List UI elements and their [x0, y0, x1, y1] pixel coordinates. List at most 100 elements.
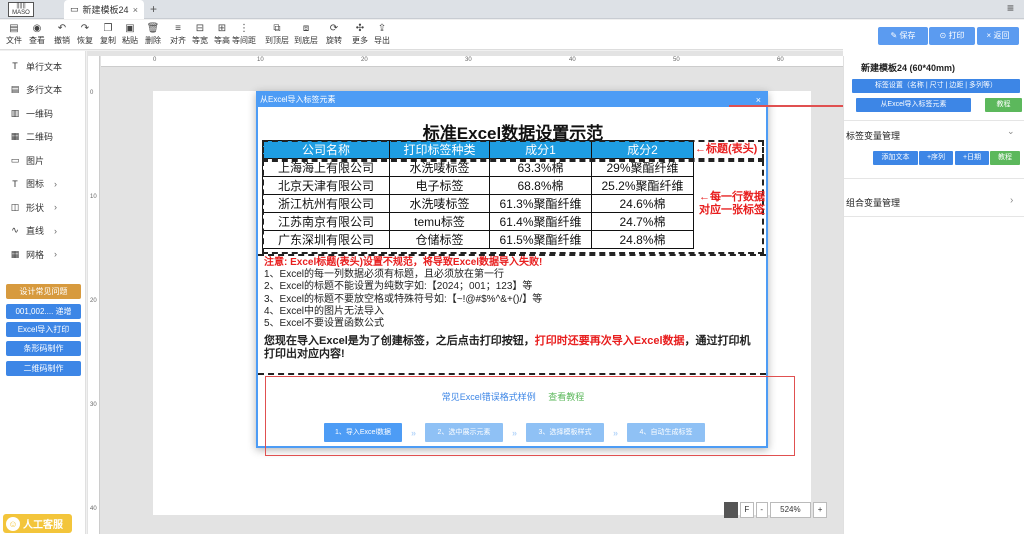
toolbar-label: 查看 [29, 36, 45, 45]
sidebar-item-qrcode[interactable]: ▦ 二维码 [10, 130, 80, 144]
sidebar-item-label: 二维码 [26, 132, 54, 142]
rule-item: 2、Excel的标题不能设置为纯数字如:【2024；001；123】等 [264, 281, 533, 293]
back-button[interactable]: × 返回 [977, 27, 1019, 45]
sidebar-button[interactable]: 二维码制作 [6, 361, 81, 376]
ruler-label: 20 [361, 57, 368, 63]
toolbar-label: 复制 [100, 36, 116, 45]
add-sequence-button[interactable]: +序列 [919, 151, 953, 165]
send-back-icon: ⧈ [302, 23, 310, 34]
zoom-level: 524% [769, 502, 812, 518]
sidebar-item-line[interactable]: ∿ 直线 › [10, 224, 80, 238]
template-title: 新建模板24 (60*40mm) [861, 63, 956, 73]
paste-icon: ▣ [125, 23, 135, 34]
action-bar: ✎ 保存 ⊙ 打印 × 返回 [843, 20, 1024, 56]
dialog-title: 从Excel导入标签元素 [258, 93, 766, 107]
chevron-right-icon: › [54, 225, 58, 236]
annotation-rows: ←每一行数据 对应一张标签 [699, 191, 765, 216]
ruler-label: 20 [90, 298, 97, 304]
add-text-button[interactable]: 添加文本 [873, 151, 918, 165]
import-notes: 注意: Excel标题(表头)设置不规范，将导致Excel数据导入失败! 1、E… [258, 254, 766, 375]
annotation-header: ←标题(表头) [695, 143, 758, 155]
element-sidebar: T 单行文本 ▤ 多行文本 ▥ 一维码 ▦ 二维码 ▭ 图片 T 图标 › ◫ 形状 › ∿ 直线 › ▦ 网格 › 设计常… [0, 51, 86, 534]
tab-template[interactable]: ▭ 新建模板24 × [64, 0, 144, 19]
toolbar-copy-button[interactable]: ❐ 复制 [96, 23, 120, 49]
toolbar-equal-spacing-button[interactable]: ⋮ 等间距 [232, 23, 256, 49]
toolbar-label: 删除 [145, 36, 161, 45]
label-variables-title: 标签变量管理 [846, 131, 901, 141]
label-settings-button[interactable]: 标签设置（名称 | 尺寸 | 边距 | 多列等） [852, 79, 1020, 93]
add-date-button[interactable]: +日期 [955, 151, 989, 165]
sidebar-item-image[interactable]: ▭ 图片 [10, 153, 80, 167]
equal-width-icon: ⊟ [195, 23, 205, 34]
redo-icon: ↷ [80, 23, 90, 34]
toolbar-trash-button[interactable]: 🗑 删除 [141, 23, 165, 49]
excel-import-button[interactable]: 从Excel导入标签元素 [856, 98, 971, 112]
toolbar-send-back-button[interactable]: ⧈ 到底层 [294, 23, 318, 49]
tab-close-icon[interactable]: × [133, 5, 138, 15]
menu-icon[interactable]: ≡ [1007, 1, 1014, 15]
line-icon: ∿ [11, 225, 19, 235]
app-logo: |||||| MASO [8, 2, 34, 17]
shape-icon: ◫ [10, 201, 20, 212]
toolbar-label: 到顶层 [265, 36, 289, 45]
tutorial-button[interactable]: 教程 [985, 98, 1022, 112]
ruler-label: 10 [90, 194, 97, 200]
toolbar-rotate-button[interactable]: ⟳ 旋转 [322, 23, 346, 49]
toolbar-paste-button[interactable]: ▣ 粘贴 [118, 23, 142, 49]
toolbar-more-button[interactable]: ✣ 更多 [348, 23, 372, 49]
grid-icon: ▦ [10, 248, 20, 259]
variable-tutorial-button[interactable]: 教程 [990, 151, 1020, 165]
toolbar-label: 等间距 [232, 36, 256, 45]
undo-icon: ↶ [57, 23, 67, 34]
sidebar-item-label: 形状 [26, 202, 45, 213]
chevron-down-icon[interactable]: ⌄ [1007, 126, 1015, 137]
toolbar-equal-height-button[interactable]: ⊞ 等高 [210, 23, 234, 49]
toolbar-align-button[interactable]: ≡ 对齐 [166, 23, 190, 49]
color-swatch[interactable] [724, 502, 738, 518]
zoom-out-button[interactable]: - [755, 502, 768, 518]
sidebar-button[interactable]: Excel导入打印 [6, 322, 81, 337]
toolbar-file-button[interactable]: ▤ 文件 [2, 23, 26, 49]
rule-item: 5、Excel不要设置函数公式 [264, 318, 385, 330]
fit-button[interactable]: F [739, 502, 754, 518]
toolbar-bring-front-button[interactable]: ⧉ 到顶层 [265, 23, 289, 49]
rule-item: 3、Excel的标题不要放空格或特殊符号如:【~!@#$%^&+()/】等 [264, 293, 543, 305]
toolbar-label: 粘贴 [122, 36, 138, 45]
ruler-label: 30 [465, 57, 472, 63]
rows-highlight [262, 160, 764, 254]
add-tab-icon[interactable]: + [150, 2, 157, 16]
chevron-right-icon[interactable]: › [1010, 195, 1013, 206]
toolbar-label: 等高 [214, 36, 230, 45]
equal-height-icon: ⊞ [217, 23, 227, 34]
zoom-in-button[interactable]: + [813, 502, 827, 518]
toolbar-equal-width-button[interactable]: ⊟ 等宽 [188, 23, 212, 49]
combo-variables-title: 组合变量管理 [846, 198, 901, 208]
sidebar-button[interactable]: 条形码制作 [6, 341, 81, 356]
sidebar-item-text[interactable]: T 单行文本 [10, 59, 80, 73]
toolbar-undo-button[interactable]: ↶ 撤销 [50, 23, 74, 49]
trash-icon: 🗑 [146, 23, 160, 34]
toolbar-export-button[interactable]: ⇪ 导出 [370, 23, 394, 49]
sidebar-button[interactable]: 设计常见问题 [6, 284, 81, 299]
sidebar-item-barcode[interactable]: ▥ 一维码 [10, 106, 80, 120]
rule-item: 4、Excel中的图片无法导入 [264, 305, 385, 317]
sidebar-item-icon[interactable]: T 图标 › [10, 177, 80, 191]
sidebar-item-multiline-text[interactable]: ▤ 多行文本 [10, 83, 80, 97]
save-button[interactable]: ✎ 保存 [878, 27, 928, 45]
print-button[interactable]: ⊙ 打印 [929, 27, 975, 45]
customer-support-button[interactable]: ☺ 人工客服 [3, 514, 72, 533]
toolbar-eye-button[interactable]: ◉ 查看 [25, 23, 49, 49]
tab-title: 新建模板24 [82, 5, 129, 15]
sidebar-button[interactable]: 001,002.... 递增 [6, 304, 81, 319]
bottom-note: 您现在导入Excel是为了创建标签，之后点击打印按钮，打印时还要再次导入Exce… [264, 335, 751, 361]
tab-bar: |||||| MASO ▭ 新建模板24 × + ≡ [0, 0, 1024, 19]
toolbar-label: 更多 [352, 36, 368, 45]
eye-icon: ◉ [32, 23, 42, 34]
sidebar-item-shape[interactable]: ◫ 形状 › [10, 200, 80, 214]
ruler-label: 40 [569, 57, 576, 63]
divider [844, 178, 1024, 179]
toolbar-redo-button[interactable]: ↷ 恢复 [73, 23, 97, 49]
pointer-arrow [729, 101, 855, 111]
divider [844, 216, 1024, 217]
sidebar-item-grid[interactable]: ▦ 网格 › [10, 247, 80, 261]
